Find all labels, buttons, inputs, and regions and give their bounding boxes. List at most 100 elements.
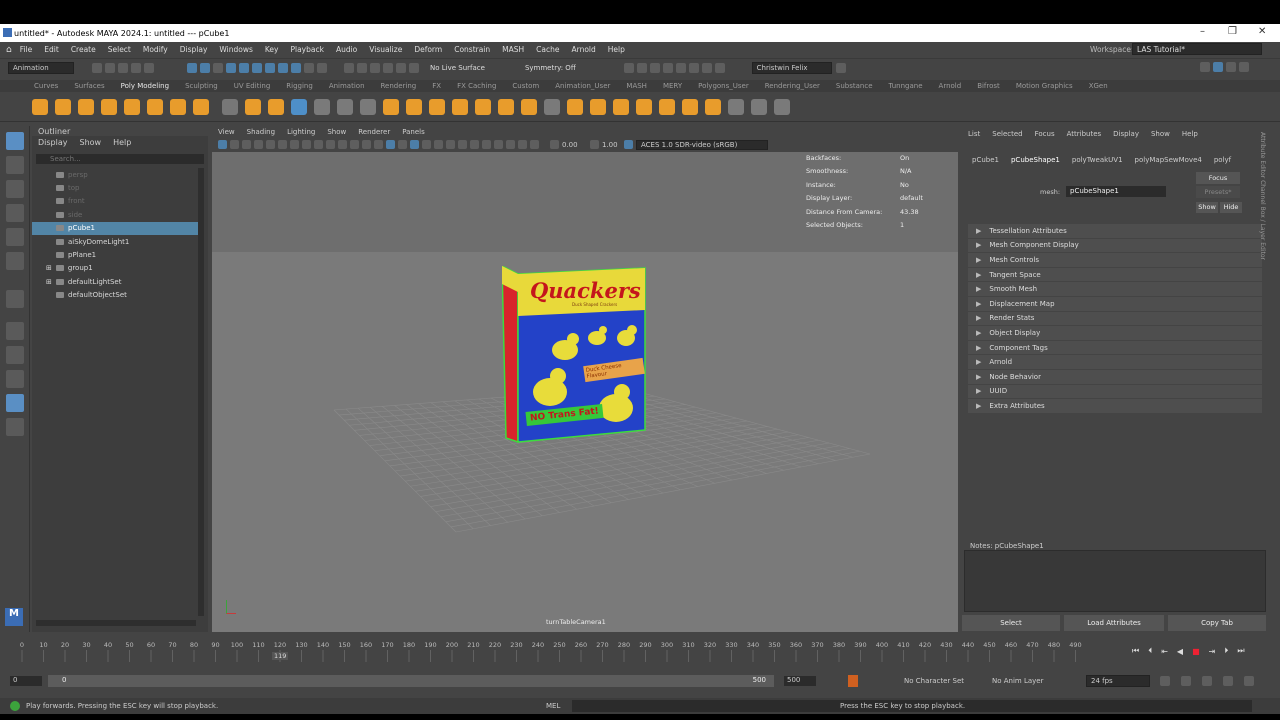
step-forward-frame-icon[interactable]: ⇥ — [1209, 647, 1216, 656]
new-scene-icon[interactable] — [92, 62, 102, 73]
bevel-icon[interactable] — [429, 98, 445, 115]
ae-section-object-display[interactable]: ▶ Object Display — [968, 326, 1262, 341]
outliner-item-side[interactable]: side — [32, 208, 200, 221]
range-slider-bar[interactable]: 0 500 — [48, 675, 774, 687]
bookmark-icon[interactable] — [1181, 676, 1191, 686]
step-back-frame-icon[interactable]: ⇤ — [1161, 647, 1168, 656]
svg-icon[interactable] — [268, 98, 284, 115]
lock-selection-icon[interactable] — [304, 62, 314, 73]
poly-plane-icon[interactable] — [147, 98, 163, 115]
menu-cache[interactable]: Cache — [536, 45, 559, 54]
shelf-tab-bifrost[interactable]: Bifrost — [977, 82, 1000, 90]
ae-section-tangent-space[interactable]: ▶ Tangent Space — [968, 267, 1262, 283]
quad-draw-icon[interactable] — [613, 98, 629, 115]
arnold-render-icon[interactable] — [688, 62, 699, 73]
ambient-occlusion-icon[interactable] — [446, 140, 455, 149]
live-surface-field[interactable]: No Live Surface — [430, 64, 485, 72]
end-time-field[interactable]: 500 — [784, 676, 816, 686]
search-tool-icon[interactable] — [6, 418, 24, 436]
step-forward-key-icon[interactable]: ⏵ — [1224, 646, 1228, 656]
extrude-icon[interactable] — [383, 98, 399, 115]
menu-select[interactable]: Select — [108, 45, 131, 54]
2d-pan-zoom-icon[interactable] — [266, 140, 275, 149]
menu-set-select[interactable]: Animation — [8, 61, 74, 74]
user-account-select[interactable]: Christwin Felix — [751, 61, 832, 74]
outliner-item-pcube1[interactable]: pCube1 — [32, 221, 200, 235]
xray-icon[interactable] — [506, 140, 515, 149]
ae-tab-polytweakuv1[interactable]: polyTweakUV1 — [1072, 156, 1123, 164]
ae-menu-focus[interactable]: Focus — [1035, 130, 1055, 138]
ae-section-arnold[interactable]: ▶ Arnold — [968, 355, 1262, 370]
separate-icon[interactable] — [314, 98, 330, 115]
notes-textarea[interactable] — [964, 550, 1266, 612]
camera-attributes-icon[interactable] — [230, 140, 239, 149]
cache-icon[interactable] — [1244, 676, 1254, 686]
ae-show-button[interactable]: Show — [1196, 202, 1218, 213]
expand-icon[interactable]: ⊞ — [46, 278, 52, 286]
shelf-tab-substance[interactable]: Substance — [836, 82, 873, 90]
gamma-field[interactable]: 1.00 — [602, 141, 624, 149]
shelf-tab-polygons-user[interactable]: Polygons_User — [698, 82, 749, 90]
safe-title-icon[interactable] — [362, 140, 371, 149]
persp-outliner-layout-icon[interactable] — [6, 370, 24, 388]
mask-handle-icon[interactable] — [226, 62, 236, 73]
merge-icon[interactable] — [475, 98, 491, 115]
outliner-item-top[interactable]: top — [32, 181, 200, 194]
ae-section-extra-attributes[interactable]: ▶ Extra Attributes — [968, 399, 1262, 414]
character-set-select[interactable]: No Character Set — [904, 677, 964, 685]
shelf-tab-motion-graphics[interactable]: Motion Graphics — [1016, 82, 1073, 90]
select-hierarchy-icon[interactable] — [187, 62, 197, 73]
menu-arnold[interactable]: Arnold — [572, 45, 596, 54]
viewport-menu-show[interactable]: Show — [327, 128, 346, 136]
fill-hole-icon[interactable] — [452, 98, 468, 115]
ae-section-displacement-map[interactable]: ▶ Displacement Map — [968, 296, 1262, 312]
gate-mask-icon[interactable] — [326, 140, 335, 149]
ae-select-button[interactable]: Select — [962, 615, 1062, 631]
shelf-tab-surfaces[interactable]: Surfaces — [74, 82, 104, 90]
viewport-menu-panels[interactable]: Panels — [402, 128, 425, 136]
shelf-tab-curves[interactable]: Curves — [34, 82, 58, 90]
play-backwards-icon[interactable]: ◀ — [1177, 647, 1183, 656]
ae-presets-button[interactable]: Presets* — [1196, 186, 1240, 198]
save-scene-icon[interactable] — [118, 62, 128, 73]
poly-type-icon[interactable] — [245, 98, 261, 115]
go-to-start-icon[interactable]: ⏮ — [1132, 646, 1139, 656]
shelf-tab-animation-user[interactable]: Animation_User — [555, 82, 610, 90]
outliner-item-pplane1[interactable]: pPlane1 — [32, 248, 200, 261]
bridge-icon[interactable] — [406, 98, 422, 115]
motion-blur-icon[interactable] — [458, 140, 467, 149]
auto-key-icon[interactable] — [848, 675, 858, 687]
select-camera-icon[interactable] — [218, 140, 227, 149]
highlight-selection-icon[interactable] — [317, 62, 327, 73]
menu-constrain[interactable]: Constrain — [454, 45, 490, 54]
viewport-menu-shading[interactable]: Shading — [247, 128, 275, 136]
shelf-tab-rigging[interactable]: Rigging — [286, 82, 313, 90]
poly-sphere-icon[interactable] — [32, 98, 48, 115]
snap-curve-icon[interactable] — [357, 62, 367, 73]
outliner-item-group1[interactable]: ⊞ group1 — [32, 262, 200, 275]
settings-icon[interactable] — [835, 62, 846, 73]
ae-menu-attributes[interactable]: Attributes — [1067, 130, 1102, 138]
poly-disc-icon[interactable] — [170, 98, 186, 115]
ae-focus-button[interactable]: Focus — [1196, 172, 1240, 184]
freeze-transforms-icon[interactable] — [728, 98, 744, 115]
toggle-attribute-editor-icon[interactable] — [1213, 62, 1223, 72]
shelf-tab-tunngane[interactable]: Tunngane — [889, 82, 923, 90]
menu-display[interactable]: Display — [180, 45, 208, 54]
minimize-icon[interactable]: – — [1200, 26, 1205, 37]
view-transform-select[interactable]: ACES 1.0 SDR-video (sRGB) — [636, 139, 768, 150]
last-tool-icon[interactable] — [6, 290, 24, 308]
ae-section-uuid[interactable]: ▶ UUID — [968, 384, 1262, 400]
render-view-icon[interactable] — [675, 62, 686, 73]
shelf-tab-rendering[interactable]: Rendering — [381, 82, 417, 90]
poly-cylinder-icon[interactable] — [78, 98, 94, 115]
sweep-mesh-icon[interactable] — [222, 98, 238, 115]
redo-icon[interactable] — [144, 62, 154, 73]
insert-edge-loop-icon[interactable] — [567, 98, 583, 115]
symmetry-select[interactable]: Symmetry: Off — [525, 64, 576, 72]
shelf-tab-poly-modeling[interactable]: Poly Modeling — [121, 82, 169, 90]
mask-deform-icon[interactable] — [278, 62, 288, 73]
shelf-tab-arnold[interactable]: Arnold — [939, 82, 962, 90]
arnold-ipr-icon[interactable] — [701, 62, 712, 73]
resolution-gate-icon[interactable] — [314, 140, 323, 149]
